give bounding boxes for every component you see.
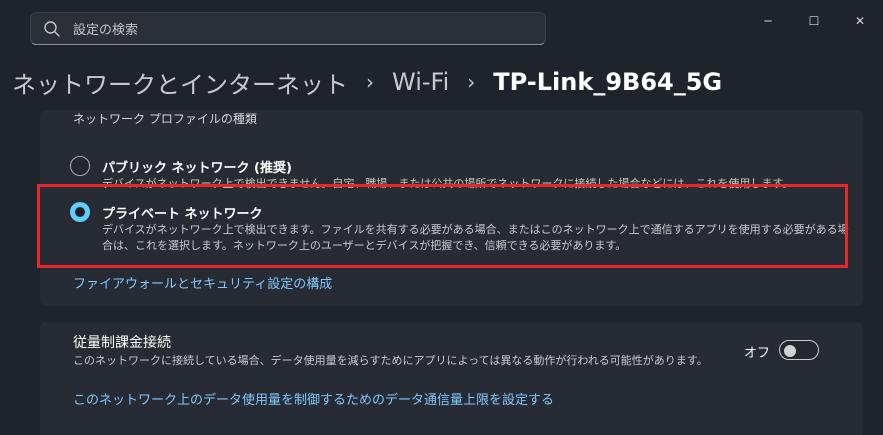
minimize-button[interactable]: ─ [745,0,791,42]
page-title: TP-Link_9B64_5G [493,68,723,96]
maximize-button[interactable]: ☐ [791,0,837,42]
section-title: ネットワーク プロファイルの種類 [73,112,257,126]
firewall-settings-link[interactable]: ファイアウォールとセキュリティ設定の構成 [73,273,332,292]
toggle-state-label: オフ [744,346,771,361]
metered-title: 従量制課金接続 [73,335,171,351]
highlight-box [37,184,848,268]
chevron-right-icon: › [467,70,476,94]
search-input[interactable]: 設定の検索 [73,19,138,38]
breadcrumb: ネットワークとインターネット › Wi-Fi › TP-Link_9B64_5G [12,62,722,102]
data-limit-link[interactable]: このネットワーク上のデータ使用量を制御するためのデータ通信量上限を設定する [73,389,554,408]
breadcrumb-network-internet[interactable]: ネットワークとインターネット [12,65,348,100]
toggle-knob [784,345,796,357]
breadcrumb-wifi[interactable]: Wi-Fi [392,68,449,96]
search-box[interactable]: 設定の検索 [30,12,546,45]
search-icon [44,20,60,37]
metered-connection-card: 従量制課金接続 このネットワークに接続している場合、データ使用量を減らすためにア… [40,322,863,435]
chevron-right-icon: › [366,70,374,94]
close-button[interactable]: ✕ [837,0,883,42]
close-icon: ✕ [854,14,866,28]
radio-label-public: パブリック ネットワーク (推奨) [102,161,292,176]
minimize-icon: ─ [764,14,772,28]
window-controls: ─ ☐ ✕ [745,0,883,42]
maximize-icon: ☐ [808,14,820,28]
metered-toggle[interactable] [779,340,819,360]
radio-button-public[interactable] [70,156,90,176]
metered-desc: このネットワークに接続している場合、データ使用量を減らすためにアプリによっては異… [73,354,708,367]
